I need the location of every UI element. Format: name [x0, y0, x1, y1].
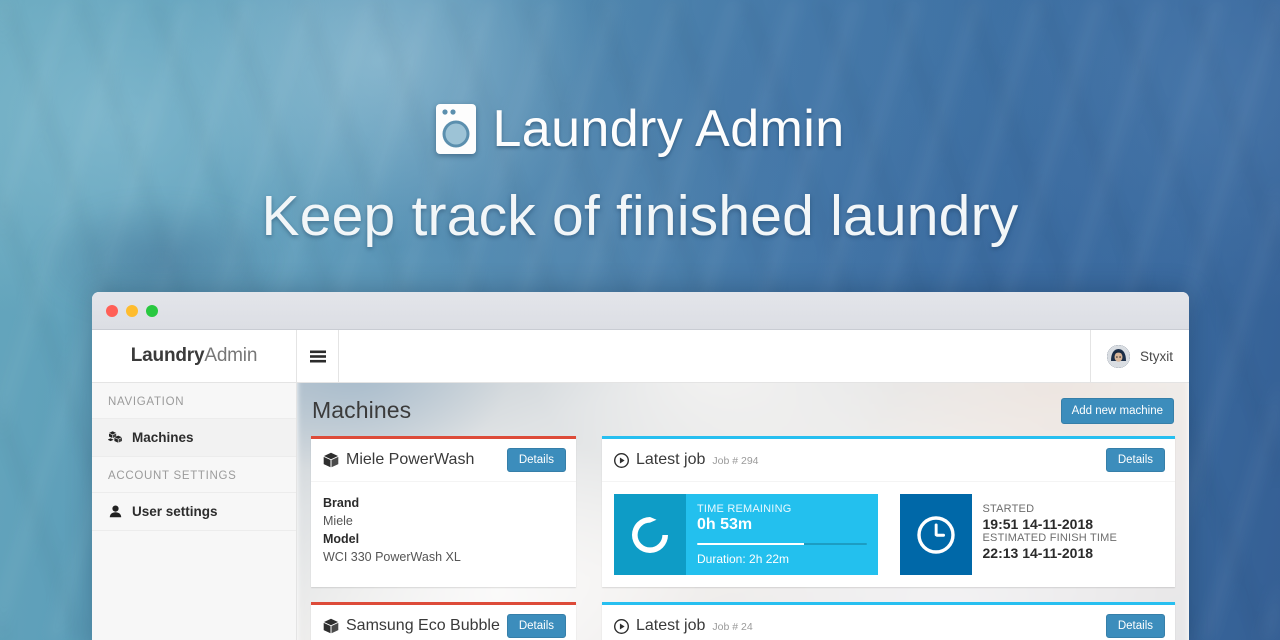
job-card-header: Latest job Job # 294 Details [602, 439, 1175, 482]
finish-date: 14-11-2018 [1022, 545, 1094, 561]
progress-bar [697, 543, 867, 545]
brand-bold: Laundry [130, 345, 205, 366]
machine-name: Miele PowerWash [346, 451, 475, 468]
started-caption: STARTED [982, 503, 1035, 515]
time-remaining-widget: TIME REMAINING 0h 53m Duration: 2h 22m [614, 494, 878, 575]
minimize-button[interactable] [126, 304, 138, 317]
machine-row: Miele PowerWash Details Brand Miele Mode… [311, 436, 1175, 587]
cube-icon [323, 618, 339, 634]
user-icon [108, 505, 123, 518]
top-navbar: Styxit [297, 330, 1189, 383]
time-remaining-value: 0h 53m [697, 516, 753, 533]
user-menu[interactable]: Styxit [1089, 330, 1189, 383]
field-value-model: WCI 330 PowerWash XL [323, 550, 461, 565]
finish-caption: ESTIMATED FINISH TIME [982, 532, 1118, 544]
hero-title-text: Laundry Admin [492, 100, 845, 158]
main-content: Styxit Machines Add new machine Miele Po… [297, 330, 1189, 640]
job-details-button[interactable]: Details [1105, 448, 1165, 472]
machine-card: Samsung Eco Bubble Details [311, 602, 576, 640]
user-name: Styxit [1139, 348, 1173, 364]
close-button[interactable] [106, 304, 118, 317]
sidebar-item-label: User settings [132, 504, 218, 519]
sidebar: Laundry Admin NAVIGATION Machines ACCOUN… [92, 330, 297, 640]
hero-background: Laundry Admin Keep track of finished lau… [0, 0, 1280, 640]
finish-time: 22:13 [982, 545, 1019, 561]
machine-card-header: Miele PowerWash Details [311, 439, 576, 482]
started-time: 19:51 [982, 516, 1019, 532]
hamburger-icon[interactable] [297, 330, 339, 383]
schedule-body: STARTED 19:51 14-11-2018 ESTIMATED FINIS… [971, 494, 1163, 575]
browser-window: Laundry Admin NAVIGATION Machines ACCOUN… [92, 292, 1189, 640]
field-label-model: Model [323, 532, 360, 547]
job-card-body: TIME REMAINING 0h 53m Duration: 2h 22m S… [602, 482, 1175, 587]
job-title: Latest job [636, 451, 706, 468]
job-title: Latest job [636, 617, 706, 634]
machine-row: Samsung Eco Bubble Details Latest job Jo… [311, 602, 1175, 640]
play-circle-icon [614, 452, 629, 468]
job-card: Latest job Job # 24 Details [602, 602, 1175, 640]
cubes-icon [108, 431, 123, 444]
brand-light: Admin [204, 345, 258, 366]
avatar [1106, 344, 1130, 368]
brand-logo[interactable]: Laundry Admin [92, 330, 296, 383]
job-card: Latest job Job # 294 Details TIME REMAIN… [602, 436, 1175, 587]
sidebar-item-machines[interactable]: Machines [92, 419, 296, 457]
spinner-icon [614, 494, 686, 575]
machine-card: Miele PowerWash Details Brand Miele Mode… [311, 436, 576, 587]
sidebar-item-label: Machines [132, 430, 194, 445]
machine-details-button[interactable]: Details [506, 448, 566, 472]
sidebar-section-navigation-header: NAVIGATION [92, 383, 296, 419]
time-remaining-body: TIME REMAINING 0h 53m Duration: 2h 22m [686, 494, 878, 575]
zoom-button[interactable] [146, 304, 158, 317]
app-root: Laundry Admin NAVIGATION Machines ACCOUN… [92, 330, 1189, 640]
machine-name: Samsung Eco Bubble [346, 617, 500, 634]
field-value-brand: Miele [323, 514, 353, 529]
job-card-header: Latest job Job # 24 Details [602, 605, 1175, 640]
schedule-widget: STARTED 19:51 14-11-2018 ESTIMATED FINIS… [899, 494, 1163, 575]
job-details-button[interactable]: Details [1105, 614, 1165, 638]
page-title: Laundry Admin [0, 103, 1280, 155]
sidebar-item-user-settings[interactable]: User settings [92, 493, 296, 531]
browser-titlebar [92, 292, 1189, 330]
job-number: Job # 294 [712, 455, 759, 467]
duration-label: Duration: 2h 22m [697, 552, 790, 566]
job-number: Job # 24 [712, 621, 753, 633]
hero-text-block: Laundry Admin Keep track of finished lau… [0, 103, 1280, 245]
machine-card-header: Samsung Eco Bubble Details [311, 605, 576, 640]
content-header: Machines Add new machine [311, 383, 1175, 436]
content-title: Machines [312, 397, 412, 423]
hero-subtitle: Keep track of finished laundry [261, 184, 1019, 248]
field-label-brand: Brand [323, 496, 360, 510]
machine-details-button[interactable]: Details [506, 614, 566, 638]
add-new-machine-button[interactable]: Add new machine [1060, 397, 1174, 424]
sidebar-section-account-header: ACCOUNT SETTINGS [92, 457, 296, 493]
clock-icon [899, 494, 972, 575]
machine-card-body: Brand Miele Model WCI 330 PowerWash XL [311, 482, 576, 579]
started-date: 14-11-2018 [1022, 516, 1094, 532]
play-circle-icon [614, 618, 629, 634]
cube-icon [323, 452, 339, 468]
washing-machine-icon [435, 103, 477, 155]
time-remaining-caption: TIME REMAINING [697, 503, 792, 515]
